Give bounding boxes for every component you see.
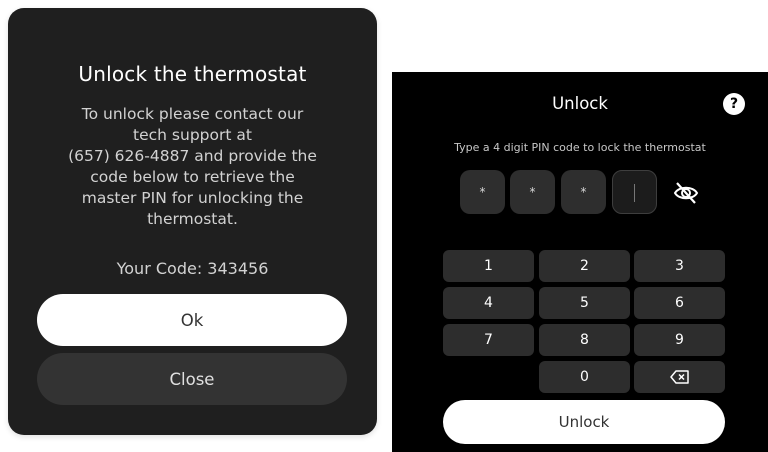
help-icon[interactable]: ? bbox=[723, 93, 745, 115]
dialog-message-line: thermostat. bbox=[147, 210, 238, 228]
dialog-message-line: code below to retrieve the bbox=[90, 168, 295, 186]
key-9[interactable]: 9 bbox=[634, 324, 725, 356]
key-8[interactable]: 8 bbox=[539, 324, 630, 356]
dialog-message-line: (657) 626-4887 and provide the bbox=[68, 147, 317, 165]
dialog-title: Unlock the thermostat bbox=[78, 62, 307, 86]
unlock-button[interactable]: Unlock bbox=[443, 400, 725, 444]
dialog-message-line: To unlock please contact our bbox=[81, 105, 304, 123]
unlock-dialog: Unlock the thermostat To unlock please c… bbox=[8, 8, 377, 435]
key-6[interactable]: 6 bbox=[634, 287, 725, 319]
backspace-icon bbox=[670, 370, 689, 384]
pin-digit-4[interactable] bbox=[612, 170, 657, 214]
keypad-title: Unlock bbox=[552, 94, 608, 113]
key-1[interactable]: 1 bbox=[443, 250, 534, 282]
key-2[interactable]: 2 bbox=[539, 250, 630, 282]
text-caret bbox=[634, 184, 635, 202]
dialog-message-line: master PIN for unlocking the bbox=[81, 189, 304, 207]
key-3[interactable]: 3 bbox=[634, 250, 725, 282]
key-5[interactable]: 5 bbox=[539, 287, 630, 319]
keypad-panel: Unlock ? Type a 4 digit PIN code to lock… bbox=[392, 72, 768, 452]
ok-button[interactable]: Ok bbox=[37, 294, 347, 346]
pin-digit-2[interactable]: * bbox=[510, 170, 555, 214]
dialog-message-line: tech support at bbox=[133, 126, 252, 144]
your-code-text: Your Code: 343456 bbox=[116, 259, 269, 278]
backspace-key[interactable] bbox=[634, 361, 725, 393]
pin-instruction: Type a 4 digit PIN code to lock the ther… bbox=[454, 141, 706, 154]
pin-digit-3[interactable]: * bbox=[561, 170, 606, 214]
pin-digit-1[interactable]: * bbox=[460, 170, 505, 214]
stage: Unlock the thermostat To unlock please c… bbox=[0, 0, 768, 452]
dialog-message: To unlock please contact our tech suppor… bbox=[46, 104, 339, 230]
key-7[interactable]: 7 bbox=[443, 324, 534, 356]
key-4[interactable]: 4 bbox=[443, 287, 534, 319]
key-0[interactable]: 0 bbox=[539, 361, 630, 393]
eye-off-icon[interactable] bbox=[673, 180, 699, 206]
close-button[interactable]: Close bbox=[37, 353, 347, 405]
